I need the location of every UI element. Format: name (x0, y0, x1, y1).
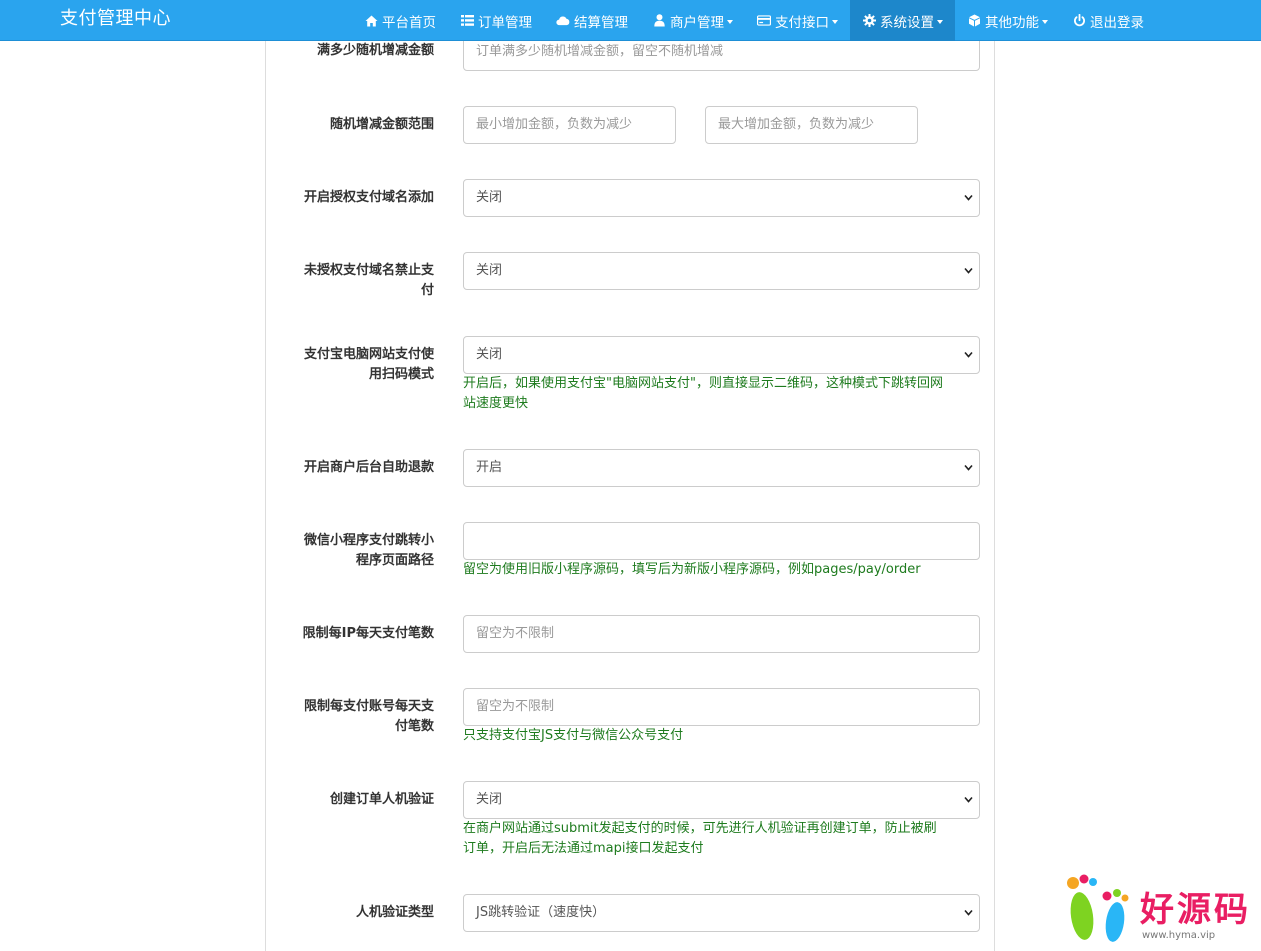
alipay-qr-mode-select[interactable]: 关闭 (463, 336, 980, 374)
nav-system-settings-label: 系统设置 (880, 14, 934, 31)
account-daily-limit-label: 限制每支付账号每天支 付笔数 (286, 697, 434, 737)
brand-title[interactable]: 支付管理中心 (60, 4, 171, 30)
wx-miniprogram-path-label-line1: 微信小程序支付跳转小 (303, 533, 434, 548)
footprint-logo-icon (1067, 874, 1129, 942)
power-icon (1072, 14, 1086, 28)
captcha-type-select[interactable]: JS跳转验证（速度快） (463, 894, 980, 932)
nav-logout[interactable]: 退出登录 (1060, 0, 1156, 41)
nav-settlement-label: 结算管理 (574, 14, 628, 31)
account-daily-limit-input[interactable]: 留空为不限制 (463, 688, 980, 726)
chevron-down-icon (964, 796, 973, 803)
captcha-select[interactable]: 关闭 (463, 781, 980, 819)
account-daily-limit-placeholder: 留空为不限制 (476, 699, 555, 714)
chevron-down-icon (937, 19, 943, 24)
unauth-domain-forbid-label-line2: 付 (420, 283, 434, 298)
nav-logout-label: 退出登录 (1090, 14, 1144, 31)
chevron-down-icon (964, 351, 973, 358)
watermark-url: www.hyma.vip (1142, 930, 1216, 941)
unauth-domain-forbid-label: 未授权支付域名禁止支 付 (286, 261, 434, 301)
captcha-label: 创建订单人机验证 (329, 792, 434, 807)
nav-other[interactable]: 其他功能 (955, 0, 1060, 41)
random-range-min-input[interactable]: 最小增加金额，负数为减少 (463, 106, 676, 144)
wx-miniprogram-path-label: 微信小程序支付跳转小 程序页面路径 (286, 531, 434, 571)
wx-miniprogram-path-help: 留空为使用旧版小程序源码，填写后为新版小程序源码，例如pages/pay/ord… (463, 562, 921, 577)
main-nav: 平台首页 订单管理 结算管理 商户管理 支付接口 系统设置 其他功能 退出登录 (352, 0, 1156, 41)
alipay-qr-mode-help-line1: 开启后，如果使用支付宝"电脑网站支付"，则直接显示二维码，这种模式下跳转回网 (463, 376, 943, 391)
nav-orders-label: 订单管理 (478, 14, 532, 31)
account-daily-limit-label-line1: 限制每支付账号每天支 (303, 699, 434, 714)
nav-pay-interface-label: 支付接口 (775, 14, 829, 31)
cloud-icon (556, 14, 570, 28)
chevron-down-icon (964, 194, 973, 201)
unauth-domain-forbid-label-line1: 未授权支付域名禁止支 (303, 263, 434, 278)
captcha-help-line2: 订单，开启后无法通过mapi接口发起支付 (463, 841, 704, 856)
nav-other-label: 其他功能 (985, 14, 1039, 31)
merchant-refund-label: 开启商户后台自助退款 (303, 460, 434, 475)
merchant-refund-value: 开启 (476, 460, 503, 475)
wx-miniprogram-path-input[interactable] (463, 522, 980, 560)
captcha-type-label: 人机验证类型 (355, 905, 434, 920)
unauth-domain-forbid-select[interactable]: 关闭 (463, 252, 980, 290)
cube-icon (967, 14, 981, 28)
random-range-min-placeholder: 最小增加金额，负数为减少 (476, 117, 633, 132)
watermark-text: 好源码 (1140, 890, 1251, 930)
ip-daily-limit-input[interactable]: 留空为不限制 (463, 615, 980, 653)
nav-orders[interactable]: 订单管理 (448, 0, 544, 41)
nav-merchant-label: 商户管理 (670, 14, 724, 31)
ip-daily-limit-label: 限制每IP每天支付笔数 (302, 626, 434, 641)
random-range-label: 随机增减金额范围 (329, 117, 434, 132)
captcha-help-line1: 在商户网站通过submit发起支付的时候，可先进行人机验证再创建订单，防止被刷 (463, 821, 937, 836)
auth-domain-add-value: 关闭 (476, 190, 503, 205)
random-range-max-input[interactable]: 最大增加金额，负数为减少 (705, 106, 918, 144)
alipay-qr-mode-label-line2: 用扫码模式 (368, 367, 434, 382)
alipay-qr-mode-value: 关闭 (476, 347, 503, 362)
chevron-down-icon (964, 464, 973, 471)
auth-domain-add-label: 开启授权支付域名添加 (303, 190, 434, 205)
account-daily-limit-label-line2: 付笔数 (394, 719, 434, 734)
nav-home[interactable]: 平台首页 (352, 0, 448, 41)
random-range-max-placeholder: 最大增加金额，负数为减少 (718, 117, 875, 132)
unauth-domain-forbid-value: 关闭 (476, 263, 503, 278)
chevron-down-icon (832, 19, 838, 24)
settings-panel: 满多少随机增减金额 订单满多少随机增减金额，留空不随机增减 随机增减金额范围 最… (265, 0, 995, 951)
nav-merchant[interactable]: 商户管理 (640, 0, 745, 41)
chevron-down-icon (1042, 19, 1048, 24)
ip-daily-limit-placeholder: 留空为不限制 (476, 626, 555, 641)
credit-card-icon (757, 14, 771, 28)
nav-pay-interface[interactable]: 支付接口 (745, 0, 850, 41)
alipay-qr-mode-label-line1: 支付宝电脑网站支付使 (303, 347, 434, 362)
captcha-help: 在商户网站通过submit发起支付的时候，可先进行人机验证再创建订单，防止被刷 … (463, 819, 983, 859)
alipay-qr-mode-help-line2: 站速度更快 (463, 396, 529, 411)
nav-home-label: 平台首页 (382, 14, 436, 31)
random-amount-placeholder: 订单满多少随机增减金额，留空不随机增减 (476, 44, 724, 59)
top-navbar: 支付管理中心 平台首页 订单管理 结算管理 商户管理 支付接口 系统设置 其他功… (0, 0, 1261, 41)
chevron-down-icon (964, 267, 973, 274)
nav-system-settings[interactable]: 系统设置 (850, 0, 955, 41)
wx-miniprogram-path-label-line2: 程序页面路径 (355, 553, 434, 568)
home-icon (364, 14, 378, 28)
gear-icon (862, 14, 876, 28)
watermark-logo: 好源码 www.hyma.vip (1062, 872, 1252, 948)
user-icon (652, 14, 666, 28)
random-amount-label: 满多少随机增减金额 (316, 43, 434, 58)
alipay-qr-mode-label: 支付宝电脑网站支付使 用扫码模式 (286, 345, 434, 385)
alipay-qr-mode-help: 开启后，如果使用支付宝"电脑网站支付"，则直接显示二维码，这种模式下跳转回网 站… (463, 374, 983, 414)
nav-settlement[interactable]: 结算管理 (544, 0, 640, 41)
account-daily-limit-help: 只支持支付宝JS支付与微信公众号支付 (463, 728, 684, 743)
chevron-down-icon (727, 19, 733, 24)
list-icon (460, 14, 474, 28)
chevron-down-icon (964, 909, 973, 916)
captcha-value: 关闭 (476, 792, 503, 807)
merchant-refund-select[interactable]: 开启 (463, 449, 980, 487)
captcha-type-value: JS跳转验证（速度快） (476, 905, 606, 920)
auth-domain-add-select[interactable]: 关闭 (463, 179, 980, 217)
